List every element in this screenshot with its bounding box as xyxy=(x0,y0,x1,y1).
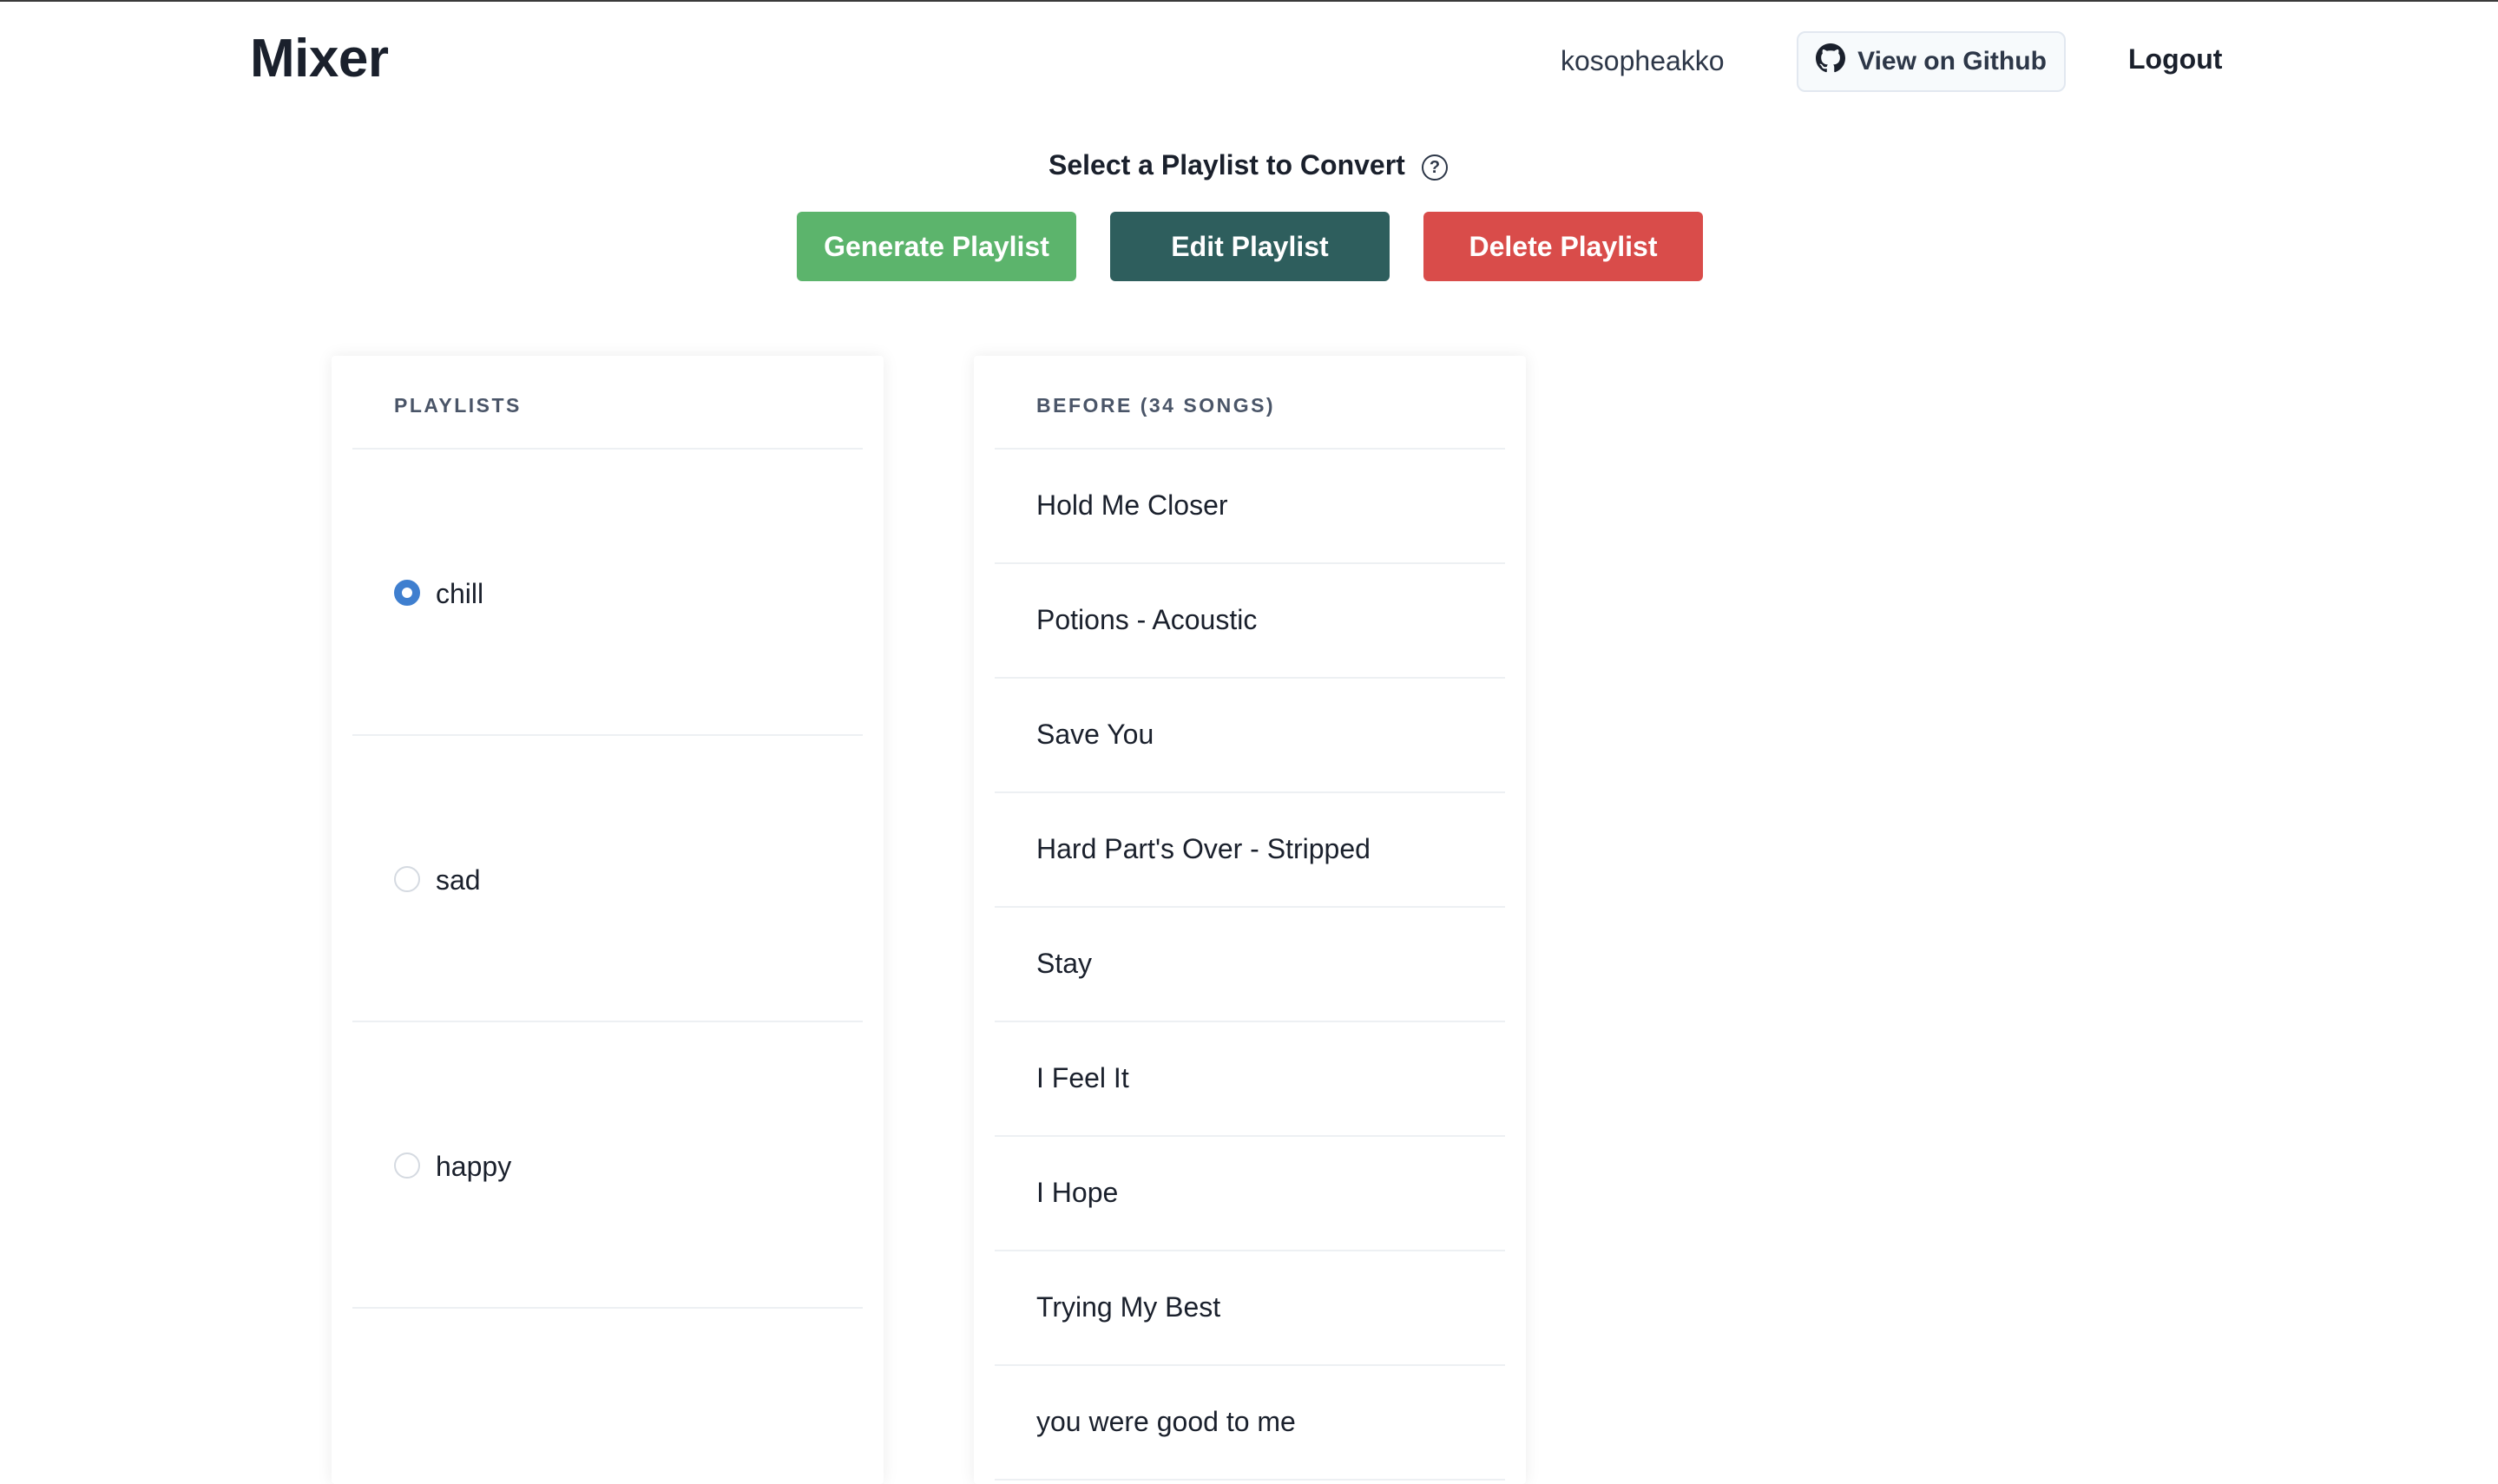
playlist-label: happy xyxy=(436,1151,512,1182)
playlists-header: PLAYLISTS xyxy=(352,394,863,450)
song-row: Stay xyxy=(995,908,1505,1022)
song-row: you were good to me xyxy=(995,1366,1505,1481)
song-row: Potions - Acoustic xyxy=(995,564,1505,679)
github-icon xyxy=(1816,43,1846,80)
playlist-label: sad xyxy=(436,864,481,896)
playlists-panel: PLAYLISTS chill sad happy xyxy=(332,356,884,1484)
song-title: I Hope xyxy=(1036,1177,1119,1208)
songs-header: BEFORE (34 SONGS) xyxy=(995,394,1505,450)
song-row: Hard Part's Over - Stripped xyxy=(995,793,1505,908)
delete-playlist-button[interactable]: Delete Playlist xyxy=(1423,212,1703,281)
song-title: Potions - Acoustic xyxy=(1036,604,1258,635)
song-title: Hold Me Closer xyxy=(1036,489,1228,521)
github-button-label: View on Github xyxy=(1857,47,2047,76)
playlist-label: chill xyxy=(436,578,484,609)
playlist-radio[interactable] xyxy=(394,1152,420,1179)
playlist-item-happy[interactable]: happy xyxy=(352,1022,863,1309)
song-title: Trying My Best xyxy=(1036,1291,1221,1323)
select-playlist-title: Select a Playlist to Convert xyxy=(1049,149,1405,181)
song-title: Stay xyxy=(1036,948,1093,979)
song-row: Save You xyxy=(995,679,1505,793)
playlist-radio[interactable] xyxy=(394,866,420,892)
song-row: Hold Me Closer xyxy=(995,450,1505,564)
playlist-item-sad[interactable]: sad xyxy=(352,736,863,1022)
song-row: I Hope xyxy=(995,1137,1505,1251)
top-border xyxy=(0,0,2498,2)
view-on-github-button[interactable]: View on Github xyxy=(1797,31,2066,92)
generate-playlist-button[interactable]: Generate Playlist xyxy=(797,212,1076,281)
song-title: you were good to me xyxy=(1036,1406,1296,1437)
song-title: Hard Part's Over - Stripped xyxy=(1036,833,1371,864)
app-logo[interactable]: Mixer xyxy=(250,28,389,89)
username: kosopheakko xyxy=(1561,45,1725,76)
song-row: I Feel It xyxy=(995,1022,1505,1137)
playlist-item-chill[interactable]: chill xyxy=(352,450,863,736)
logout-link[interactable]: Logout xyxy=(2128,43,2222,76)
song-row: Trying My Best xyxy=(995,1251,1505,1366)
song-title: Save You xyxy=(1036,719,1154,750)
playlist-radio[interactable] xyxy=(394,580,420,606)
edit-playlist-button[interactable]: Edit Playlist xyxy=(1110,212,1390,281)
songs-panel: BEFORE (34 SONGS) Hold Me Closer Potions… xyxy=(974,356,1526,1484)
song-title: I Feel It xyxy=(1036,1062,1129,1093)
question-circle-icon[interactable]: ? xyxy=(1422,154,1448,181)
